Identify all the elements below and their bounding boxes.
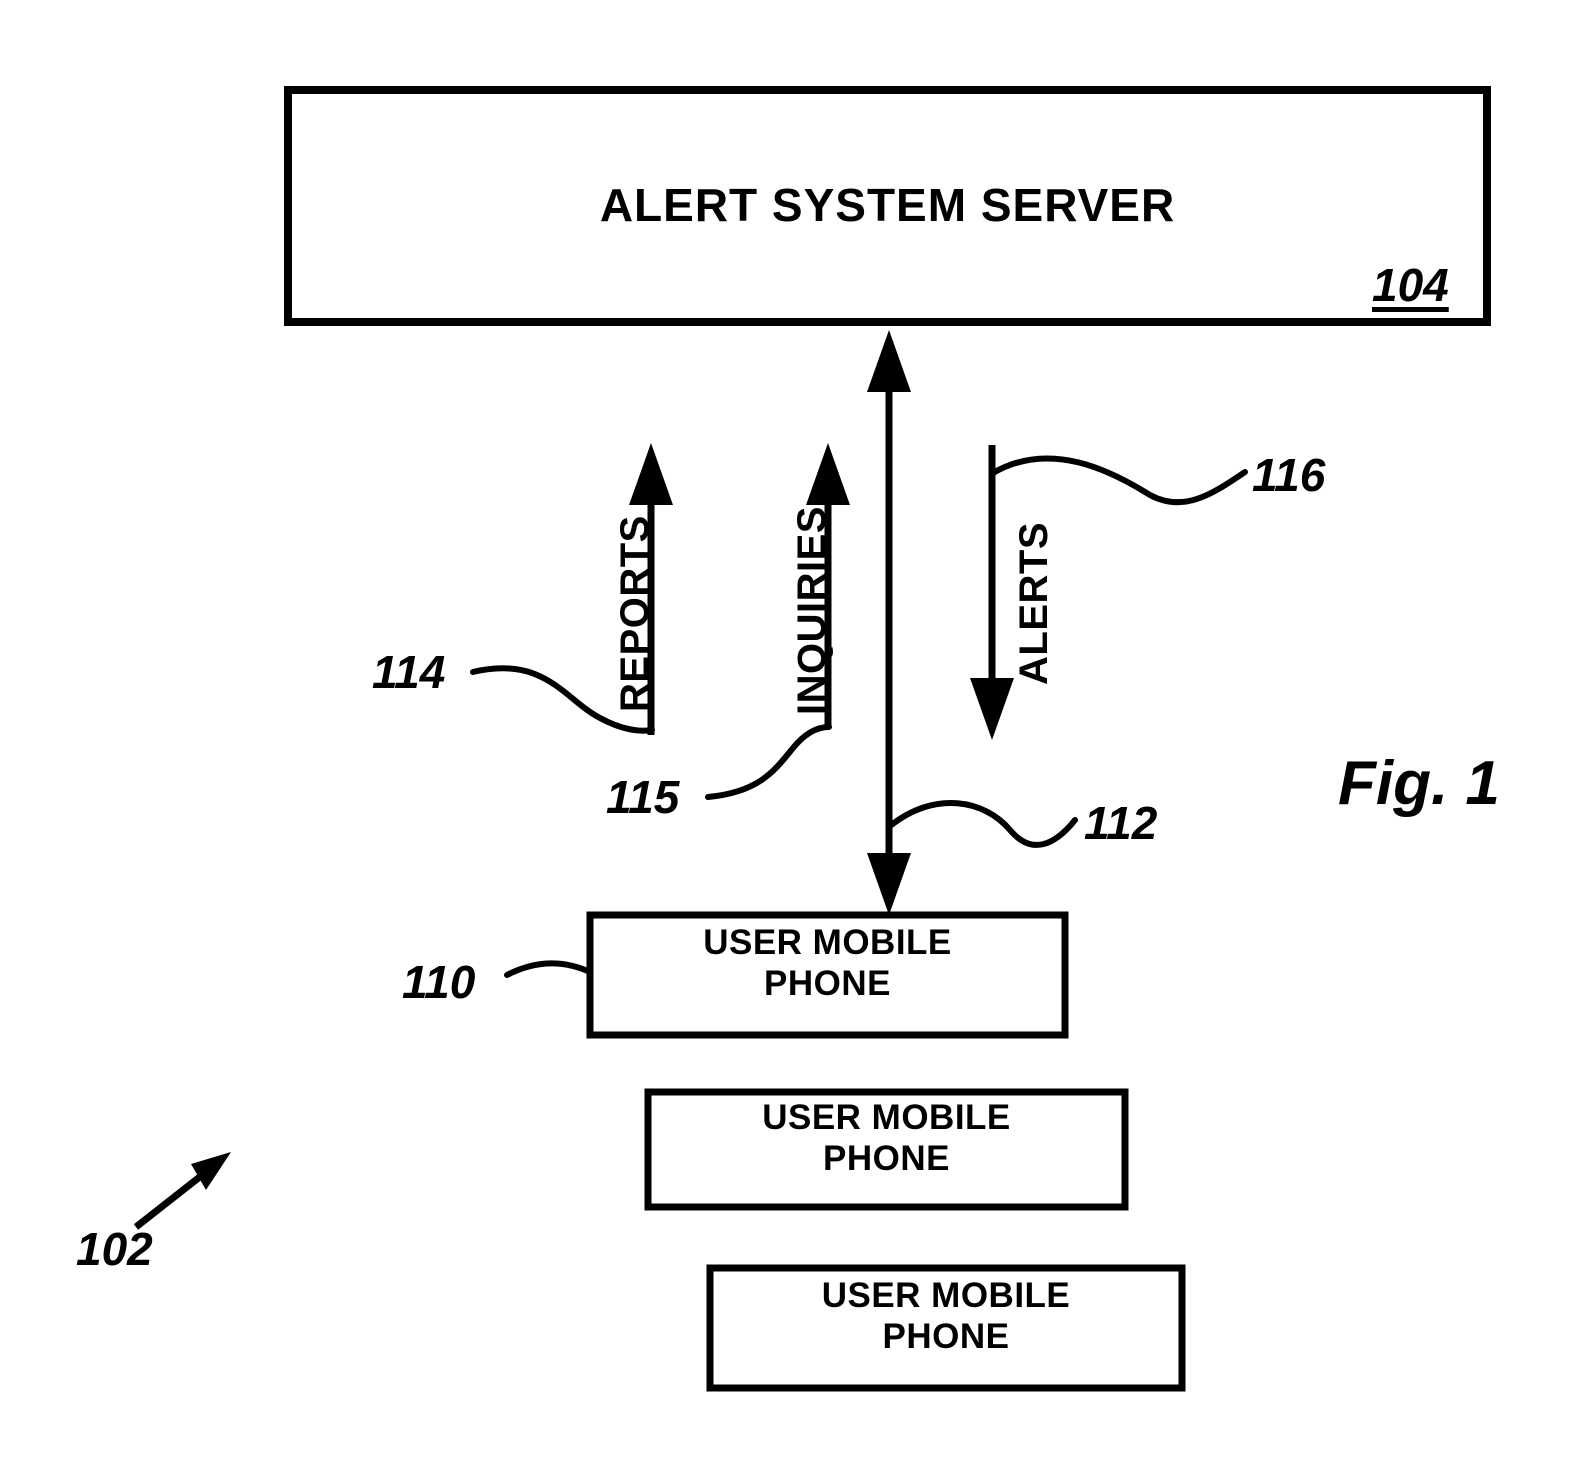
user-mobile-phone-label-1: USER MOBILE PHONE [703, 923, 952, 1004]
alert-system-server-label: ALERT SYSTEM SERVER [599, 179, 1176, 231]
first-phone-ref-number: 110 [402, 956, 476, 1008]
inquiries-ref-leader [705, 724, 832, 800]
inquiries-ref-number: 115 [606, 771, 680, 823]
user-mobile-phone-label-3: USER MOBILE PHONE [821, 1276, 1071, 1357]
reports-ref-number: 114 [372, 646, 446, 698]
figure-caption: Fig. 1 [1338, 749, 1500, 818]
link-ref-number: 112 [1084, 797, 1158, 849]
server-ref-number: 104 [1372, 259, 1449, 311]
system-ref-arrow-head [191, 1152, 231, 1190]
inquiries-flow-label: INQUIRIES [790, 506, 834, 715]
server-phone-link-arrowhead-up [867, 330, 911, 392]
link-ref-leader [887, 799, 1078, 848]
alerts-ref-number: 116 [1252, 449, 1326, 501]
patent-figure: ALERT SYSTEM SERVER 104 REPORTS INQUIRIE… [0, 0, 1589, 1484]
server-phone-link-arrowhead-down [867, 853, 911, 915]
alerts-ref-leader [990, 455, 1248, 506]
reports-arrow-head [629, 443, 673, 505]
alerts-flow-label: ALERTS [1012, 522, 1056, 685]
alerts-arrow-head [970, 678, 1014, 740]
user-mobile-phone-label-2: USER MOBILE PHONE [762, 1098, 1011, 1179]
reports-flow-label: REPORTS [613, 515, 657, 712]
inquiries-arrow-head [806, 443, 850, 505]
system-ref-arrow-line [133, 1169, 209, 1230]
phone-ref-leader [504, 960, 593, 978]
system-ref-number: 102 [76, 1223, 153, 1275]
